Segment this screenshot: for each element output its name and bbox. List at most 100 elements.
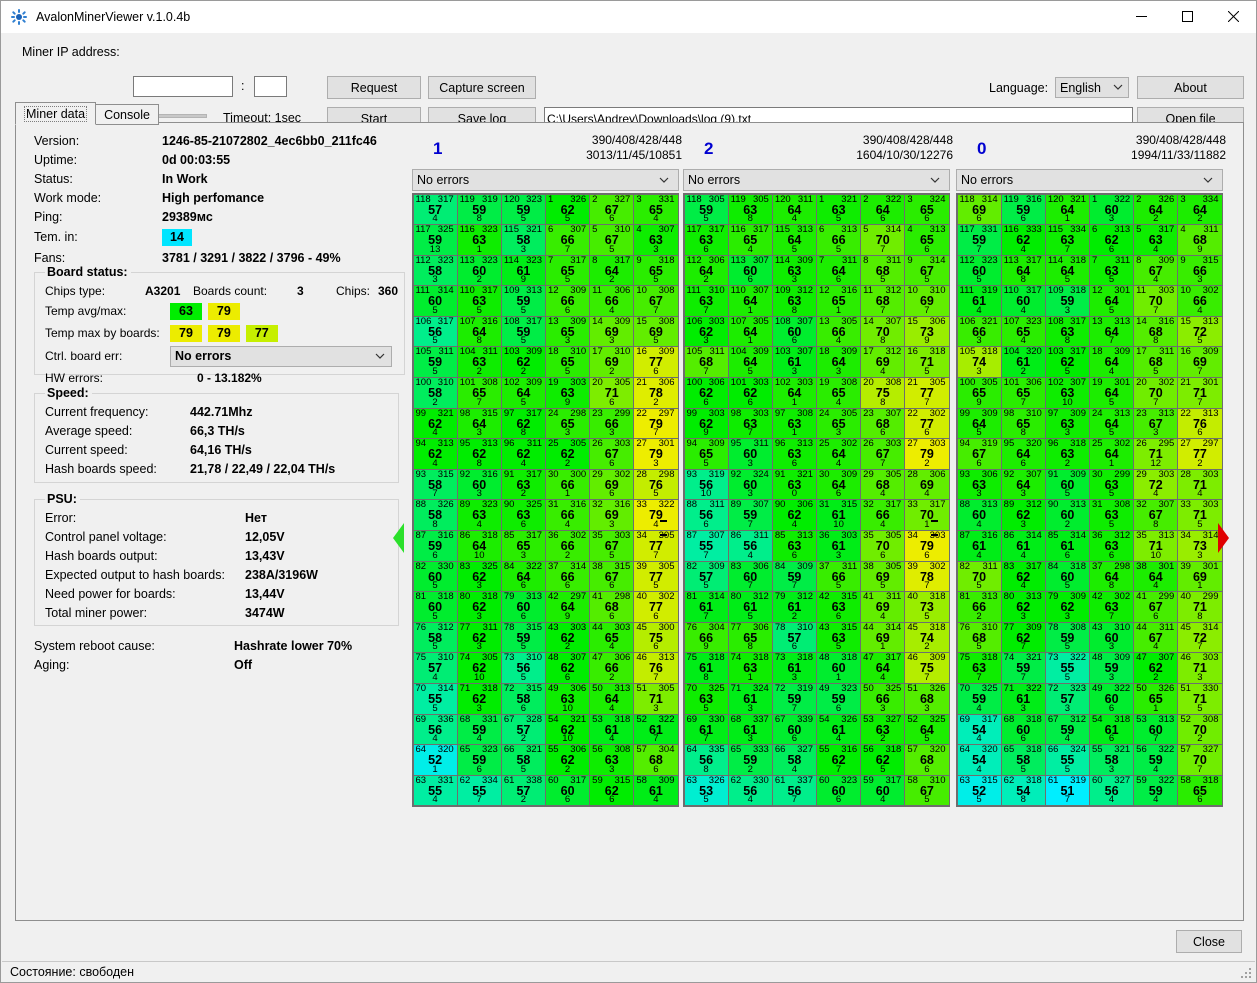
chip-cell[interactable]: 7 311 64 6 <box>816 254 862 287</box>
chip-cell[interactable]: 22 313 76 6 <box>1177 407 1223 440</box>
chip-cell[interactable]: 57 304 68 6 <box>633 744 679 776</box>
chip-cell[interactable]: 27 301 79 3 <box>633 438 679 470</box>
chip-cell[interactable]: 3 324 65 6 <box>904 193 950 226</box>
chip-cell[interactable]: 20 302 70 7 <box>1133 377 1179 409</box>
chip-cell[interactable]: 65 323 59 6 <box>456 744 502 776</box>
chip-cell[interactable]: 51 326 68 3 <box>904 683 950 715</box>
chip-cell[interactable]: 67 312 59 4 <box>1044 713 1090 746</box>
chip-cell[interactable]: 105 311 68 7 <box>683 346 729 379</box>
chip-cell[interactable]: 48 318 60 1 <box>816 652 862 684</box>
chip-cell[interactable]: 96 318 63 2 <box>1044 438 1090 470</box>
chip-cell[interactable]: 1 326 62 5 <box>545 193 591 226</box>
chip-cell[interactable]: 84 322 64 6 <box>500 560 546 593</box>
chip-cell[interactable]: 34303796 <box>904 530 950 562</box>
chip-cell[interactable]: 55 306 62 2 <box>545 744 591 776</box>
chip-cell[interactable]: 59 322 59 4 <box>1133 774 1179 807</box>
chip-cell[interactable]: 37 311 66 5 <box>816 560 862 593</box>
chip-cell[interactable]: 15 308 69 5 <box>633 315 679 348</box>
chip-cell[interactable]: 78 308 59 5 <box>1044 621 1090 654</box>
chip-cell[interactable]: 67 339 60 6 <box>771 713 817 746</box>
chip-cell[interactable]: 87 316 61 4 <box>956 530 1002 562</box>
chip-cell[interactable]: 24 305 65 3 <box>816 407 862 440</box>
chip-cell[interactable]: 77 311 62 3 <box>456 621 502 654</box>
chip-cell[interactable]: 46 303 71 3 <box>1177 652 1223 684</box>
chip-cell[interactable]: 88 313 60 4 <box>956 499 1002 532</box>
chip-cell[interactable]: 11 306 66 4 <box>589 285 635 317</box>
chip-cell[interactable]: 21 301 71 7 <box>1177 377 1223 409</box>
chip-cell[interactable]: 82 311 70 5 <box>956 560 1002 593</box>
chip-cell[interactable]: 80 318 62 3 <box>456 591 502 623</box>
chip-cell[interactable]: 114 309 63 3 <box>771 254 817 287</box>
chip-cell[interactable]: 56 318 62 5 <box>860 744 906 776</box>
chip-cell[interactable]: 118 305 59 5 <box>683 193 729 226</box>
chip-cell[interactable]: 5 310 67 5 <box>589 224 635 256</box>
chip-cell[interactable]: 43 315 63 5 <box>816 621 862 654</box>
chip-cell[interactable]: 107 316 64 8 <box>456 315 502 348</box>
chip-cell[interactable]: 23 299 66 3 <box>589 407 635 440</box>
chip-cell[interactable]: 19 303 63 9 <box>545 377 591 409</box>
chip-cell[interactable]: 66 324 55 5 <box>1044 744 1090 776</box>
chip-cell[interactable]: 101 306 65 7 <box>1000 377 1046 409</box>
chip-cell[interactable]: 8 311 68 5 <box>860 254 906 287</box>
chip-cell[interactable]: 99 321 62 4 <box>412 407 458 440</box>
chip-cell[interactable]: 6 313 66 5 <box>816 224 862 256</box>
chip-cell[interactable]: 84 309 59 7 <box>771 560 817 593</box>
chip-cell[interactable]: 11 303 70 7 <box>1133 285 1179 317</box>
chip-cell[interactable]: 91 317 63 2 <box>500 468 546 501</box>
chip-cell[interactable]: 53 318 61 4 <box>589 713 635 746</box>
chip-cell[interactable]: 58 318 65 6 <box>1177 774 1223 807</box>
about-button[interactable]: About <box>1137 76 1244 99</box>
minimize-button[interactable] <box>1118 1 1164 32</box>
chip-cell[interactable]: 107 305 64 1 <box>727 315 773 348</box>
chip-cell[interactable]: 56 308 63 3 <box>589 744 635 776</box>
chip-cell[interactable]: 4 311 68 9 <box>1177 224 1223 256</box>
chip-cell[interactable]: 104 311 63 2 <box>456 346 502 379</box>
chip-cell[interactable]: 10 310 69 7 <box>904 285 950 317</box>
chip-cell[interactable]: 88 311 56 6 <box>683 499 729 532</box>
chip-cell[interactable]: 70 325 59 4 <box>956 683 1002 715</box>
chip-cell[interactable]: 32 316 69 3 <box>589 499 635 532</box>
chip-cell[interactable]: 83 325 62 3 <box>456 560 502 593</box>
chip-cell[interactable]: 114 323 61 9 <box>500 254 546 287</box>
chip-cell[interactable]: 104 320 61 2 <box>1000 346 1046 379</box>
chip-cell[interactable]: 102 309 64 5 <box>500 377 546 409</box>
chip-cell[interactable]: 29 305 68 4 <box>860 468 906 501</box>
chip-cell[interactable]: 79 312 61 2 <box>771 591 817 623</box>
chip-cell[interactable]: 40 318 73 5 <box>904 591 950 623</box>
chip-cell[interactable]: 110 317 60 4 <box>1000 285 1046 317</box>
chip-cell[interactable]: 11 312 68 7 <box>860 285 906 317</box>
chip-cell[interactable]: 13 313 64 7 <box>1089 315 1135 348</box>
chip-cell[interactable]: 74 321 59 7 <box>1000 652 1046 684</box>
chip-cell[interactable]: 90 325 63 6 <box>500 499 546 532</box>
chip-cell[interactable]: 81 314 61 7 <box>683 591 729 623</box>
chip-cell[interactable]: 32 317 66 4 <box>860 499 906 532</box>
chip-cell[interactable]: 89 323 63 4 <box>456 499 502 532</box>
chip-cell[interactable]: 41 311 69 4 <box>860 591 906 623</box>
chip-cell[interactable]: 21 305 77 7 <box>904 377 950 409</box>
chip-cell[interactable]: 19 301 64 5 <box>1089 377 1135 409</box>
chip-cell[interactable]: 66 327 58 4 <box>771 744 817 776</box>
chip-cell[interactable]: 116 317 65 4 <box>727 224 773 256</box>
chip-cell[interactable]: 81 313 66 2 <box>956 591 1002 623</box>
chip-cell[interactable]: 89 312 62 3 <box>1000 499 1046 532</box>
chip-cell[interactable]: 18 309 64 3 <box>816 346 862 379</box>
chip-cell[interactable]: 106 317 56 5 <box>412 315 458 348</box>
chip-cell[interactable]: 68 337 61 3 <box>727 713 773 746</box>
chip-cell[interactable]: 50 326 65 1 <box>1133 683 1179 715</box>
chip-cell[interactable]: 119 305 63 8 <box>727 193 773 226</box>
chip-cell[interactable]: 119 319 59 8 <box>456 193 502 226</box>
chip-cell[interactable]: 115 321 58 3 <box>500 224 546 256</box>
chip-cell[interactable]: 56 322 59 4 <box>1133 744 1179 776</box>
chip-cell[interactable]: 98 310 65 8 <box>1000 407 1046 440</box>
chip-cell[interactable]: 61 338 57 2 <box>500 774 546 807</box>
chip-cell[interactable]: 63 315 52 5 <box>956 774 1002 807</box>
chip-cell[interactable]: 119 316 59 6 <box>1000 193 1046 226</box>
chip-cell[interactable]: 49 322 60 6 <box>1089 683 1135 715</box>
chip-cell[interactable]: 70 325 63 5 <box>683 683 729 715</box>
chip-cell[interactable]: 34 314 73 3 <box>1177 530 1223 562</box>
chip-cell[interactable]: 76 310 68 5 <box>956 621 1002 654</box>
chip-cell[interactable]: 50 325 66 3 <box>860 683 906 715</box>
right-scroll-arrow-icon[interactable] <box>1218 523 1229 553</box>
chip-cell[interactable]: 14 309 69 3 <box>589 315 635 348</box>
chip-cell[interactable]: 94 313 62 4 <box>412 438 458 470</box>
